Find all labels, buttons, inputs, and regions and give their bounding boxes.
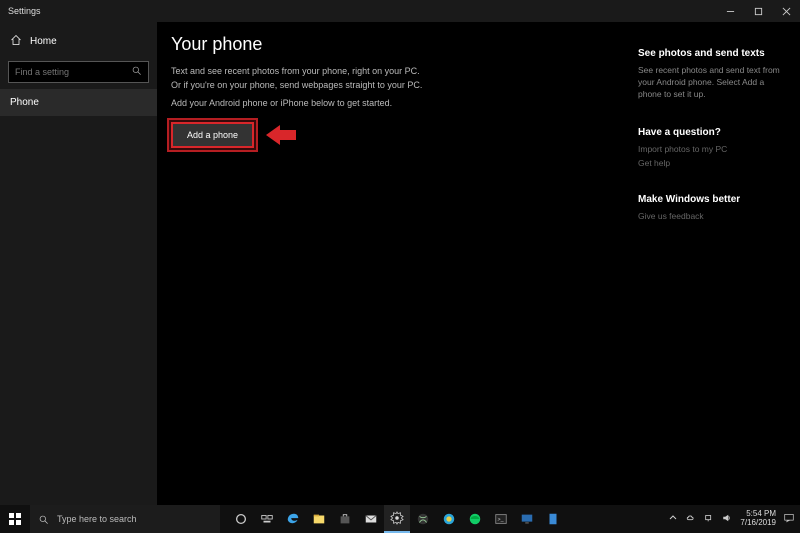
help-link[interactable]: Import photos to my PC (638, 144, 788, 154)
main-content: Your phone Text and see recent photos fr… (157, 22, 800, 505)
clock-date: 7/16/2019 (740, 519, 776, 528)
taskbar-clock[interactable]: 5:54 PM 7/16/2019 (740, 510, 776, 528)
right-info-panel: See photos and send texts See recent pho… (638, 34, 788, 505)
home-icon (10, 34, 22, 49)
page-subdescription: Add your Android phone or iPhone below t… (171, 98, 638, 108)
system-tray: 5:54 PM 7/16/2019 (668, 510, 800, 528)
search-icon (131, 63, 142, 81)
cortana-icon[interactable] (228, 505, 254, 533)
window-title: Settings (8, 6, 41, 16)
explorer-icon[interactable] (306, 505, 332, 533)
annotation-arrow-icon (266, 125, 296, 145)
edge-icon[interactable] (280, 505, 306, 533)
window-titlebar: Settings (0, 0, 800, 22)
taskbar-search-label: Type here to search (57, 514, 137, 524)
info-heading-2: Have a question? (638, 127, 788, 138)
cmd-icon[interactable]: >_ (488, 505, 514, 533)
add-phone-button[interactable]: Add a phone (171, 122, 254, 148)
sidebar-item-phone[interactable]: Phone (0, 89, 157, 116)
feedback-link[interactable]: Give us feedback (638, 211, 788, 221)
taskbar: Type here to search >_ 5:54 PM 7/16/2019 (0, 505, 800, 533)
notifications-icon[interactable] (784, 513, 794, 525)
minimize-button[interactable] (716, 0, 744, 22)
page-title: Your phone (171, 34, 638, 55)
settings-sidebar: Home Phone (0, 22, 157, 505)
search-input[interactable] (15, 67, 115, 77)
help-link[interactable]: Get help (638, 158, 788, 168)
mail-icon[interactable] (358, 505, 384, 533)
tray-chevron-icon[interactable] (668, 513, 678, 525)
monitor-icon[interactable] (514, 505, 540, 533)
store-icon[interactable] (332, 505, 358, 533)
close-button[interactable] (772, 0, 800, 22)
settings-taskbar-icon[interactable] (384, 505, 410, 533)
page-description: Text and see recent photos from your pho… (171, 65, 431, 92)
maximize-button[interactable] (744, 0, 772, 22)
tray-cloud-icon[interactable] (686, 513, 696, 525)
info-heading-3: Make Windows better (638, 194, 788, 205)
app-icon[interactable] (540, 505, 566, 533)
info-body-1: See recent photos and send text from you… (638, 65, 788, 101)
svg-text:>_: >_ (498, 517, 504, 523)
browser-icon[interactable] (436, 505, 462, 533)
edge-alt-icon[interactable] (462, 505, 488, 533)
info-heading-1: See photos and send texts (638, 48, 788, 59)
xbox-icon[interactable] (410, 505, 436, 533)
tray-volume-icon[interactable] (722, 513, 732, 525)
taskbar-search[interactable]: Type here to search (30, 505, 220, 533)
task-view-icon[interactable] (254, 505, 280, 533)
tray-network-icon[interactable] (704, 513, 714, 525)
home-label: Home (30, 36, 57, 47)
start-button[interactable] (0, 505, 30, 533)
home-link[interactable]: Home (0, 28, 157, 55)
search-box[interactable] (8, 61, 149, 83)
